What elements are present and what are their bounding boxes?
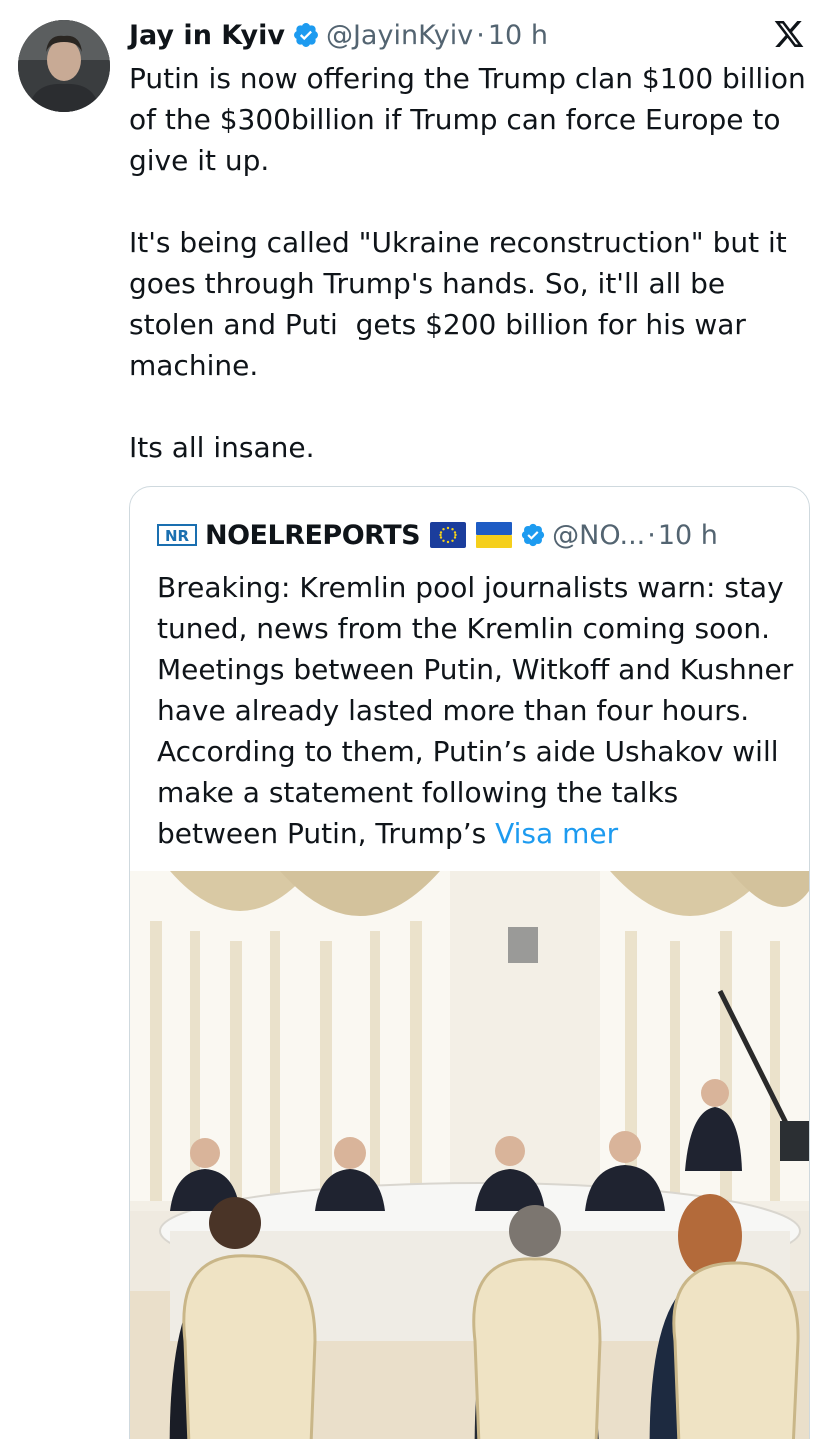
tweet-header: Jay in Kyiv @JayinKyiv · 10 h [129, 16, 548, 54]
quoted-tweet-card[interactable]: NR NOELREPORTS @NO... · 10 h Breaking: K… [129, 486, 810, 1439]
show-more-link[interactable]: Visa mer [495, 817, 618, 850]
tweet-body: Putin is now offering the Trump clan $10… [129, 58, 809, 468]
quoted-author-name[interactable]: NOELREPORTS [205, 520, 421, 551]
timestamp[interactable]: 10 h [488, 20, 548, 51]
quoted-author-handle[interactable]: @NO... [552, 520, 645, 551]
tweet-paragraph: Putin is now offering the Trump clan $10… [129, 62, 815, 177]
quoted-tweet-header: NR NOELREPORTS @NO... · 10 h [157, 515, 718, 555]
avatar[interactable] [18, 20, 110, 112]
x-logo-icon[interactable] [772, 18, 806, 50]
verified-badge-icon [294, 23, 318, 47]
tweet-paragraph: Its all insane. [129, 431, 315, 464]
meeting-room-photo [130, 871, 809, 1439]
separator: · [647, 519, 656, 551]
quoted-text-body: Breaking: Kremlin pool journalists warn:… [157, 571, 794, 850]
verified-badge-icon [522, 523, 545, 547]
tweet-paragraph: It's being called "Ukraine reconstructio… [129, 226, 796, 382]
quoted-tweet-text: Breaking: Kremlin pool journalists warn:… [157, 567, 797, 854]
avatar-image [18, 20, 110, 112]
eu-flag-icon [430, 522, 467, 548]
logo-text: NR [165, 527, 190, 545]
separator: · [476, 19, 485, 51]
quoted-tweet-photo[interactable] [130, 871, 809, 1439]
author-name[interactable]: Jay in Kyiv [129, 20, 285, 51]
author-handle[interactable]: @JayinKyiv [326, 20, 473, 51]
quoted-timestamp[interactable]: 10 h [658, 520, 718, 551]
noelreports-logo-icon: NR [157, 524, 197, 546]
tweet-view: Jay in Kyiv @JayinKyiv · 10 h Putin is n… [0, 0, 828, 1439]
ukraine-flag-icon [476, 522, 513, 548]
